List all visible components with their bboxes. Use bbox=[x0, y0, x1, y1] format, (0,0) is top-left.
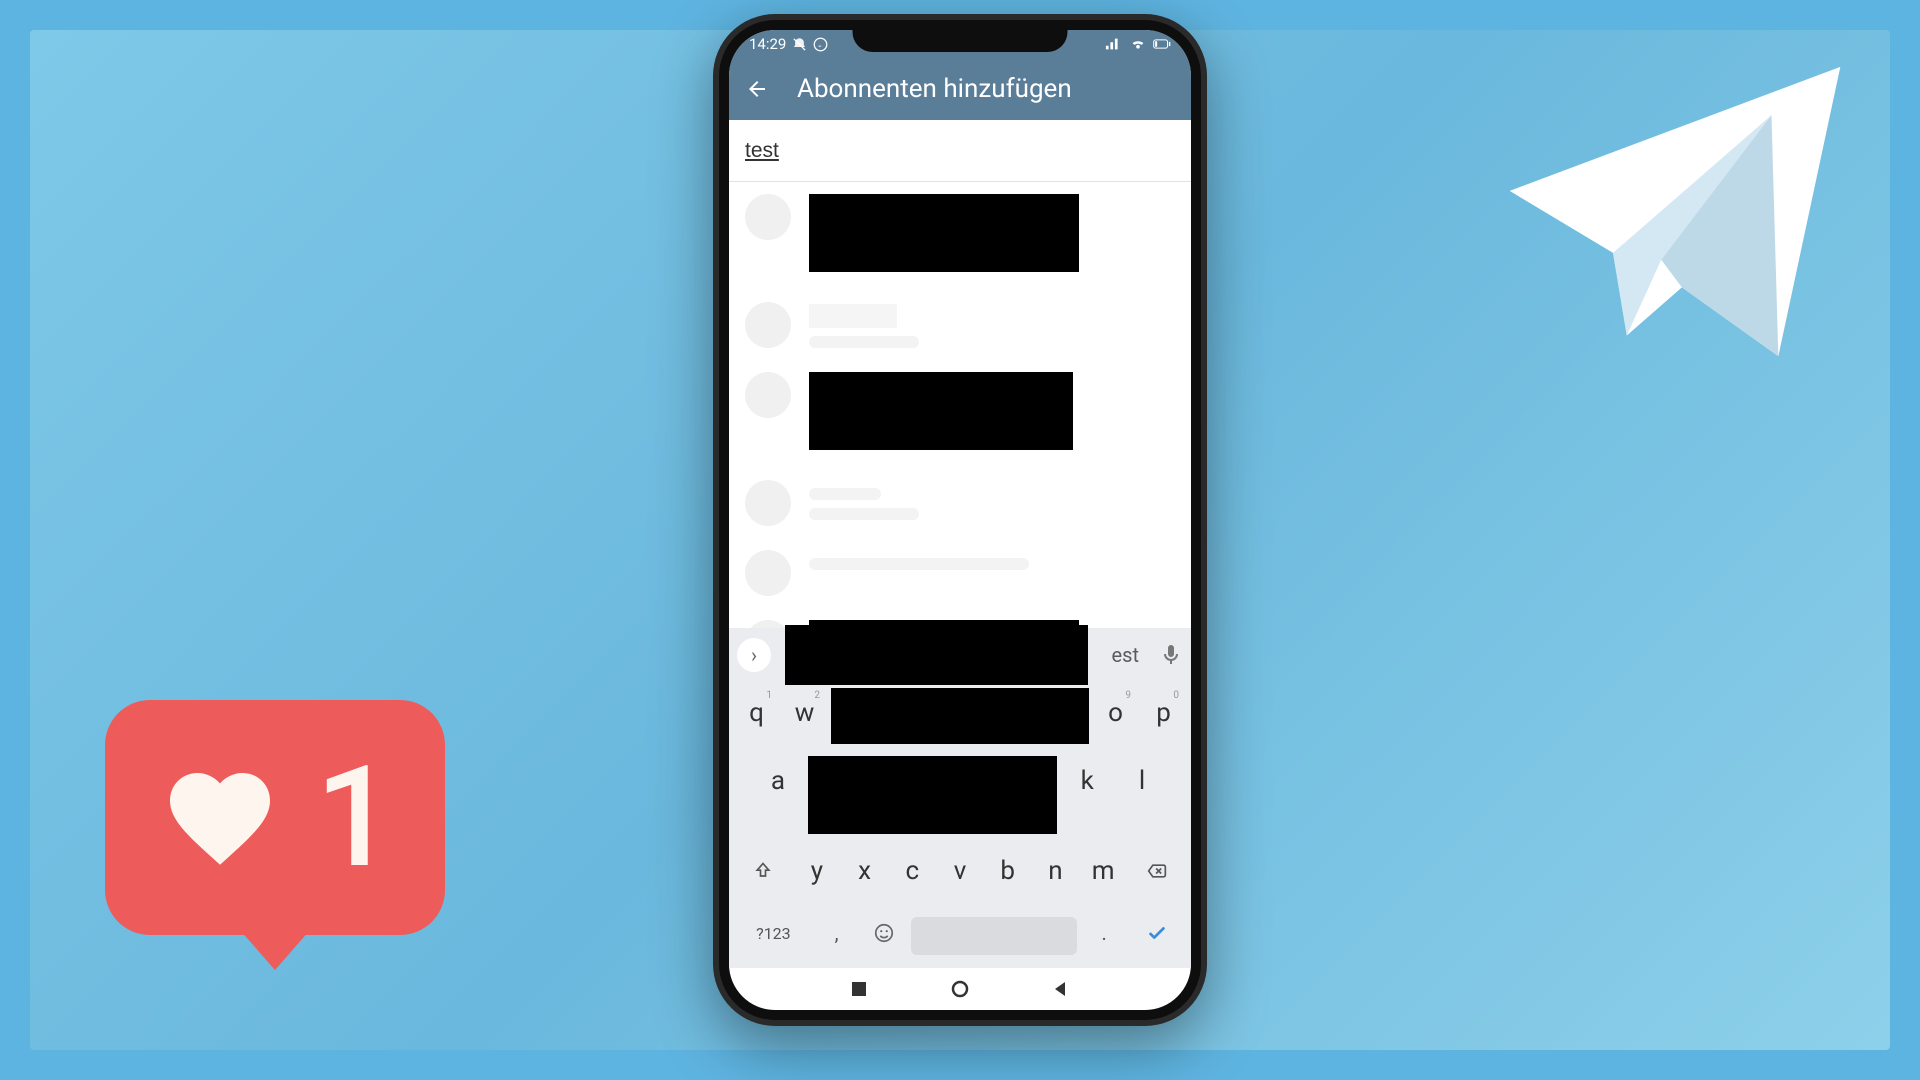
placeholder-line bbox=[809, 558, 1029, 570]
alarm-off-icon bbox=[792, 37, 807, 52]
key-x[interactable]: x bbox=[843, 846, 886, 896]
like-count: 1 bbox=[315, 736, 395, 900]
key-l[interactable]: l bbox=[1117, 756, 1167, 806]
microphone-icon[interactable] bbox=[1159, 643, 1183, 667]
suggestion-text[interactable]: est bbox=[1102, 643, 1149, 667]
search-input[interactable] bbox=[745, 139, 1175, 163]
key-b[interactable]: b bbox=[986, 846, 1029, 896]
comma-key[interactable]: , bbox=[816, 908, 858, 958]
key-a[interactable]: a bbox=[753, 756, 803, 806]
keyboard-row-2: a k l bbox=[729, 750, 1191, 840]
emoji-key[interactable] bbox=[863, 908, 905, 958]
avatar bbox=[745, 550, 791, 596]
heart-icon bbox=[155, 758, 285, 878]
avatar bbox=[745, 480, 791, 526]
redacted-block bbox=[809, 194, 1079, 272]
whatsapp-icon bbox=[813, 37, 828, 52]
contact-list[interactable] bbox=[729, 182, 1191, 628]
avatar bbox=[745, 302, 791, 348]
key-q[interactable]: 1q bbox=[735, 688, 778, 738]
emoji-icon bbox=[873, 922, 895, 944]
avatar bbox=[745, 372, 791, 418]
phone-notch bbox=[853, 20, 1068, 52]
key-k[interactable]: k bbox=[1062, 756, 1112, 806]
telegram-plane-icon bbox=[1490, 60, 1860, 370]
app-header: Abonnenten hinzufügen bbox=[729, 58, 1191, 120]
key-o[interactable]: 9o bbox=[1094, 688, 1137, 738]
space-key[interactable] bbox=[911, 917, 1077, 955]
keyboard-bottom-row: ?123 , . bbox=[729, 902, 1191, 964]
backspace-key[interactable] bbox=[1129, 846, 1185, 896]
contact-item[interactable] bbox=[729, 182, 1191, 290]
contact-item[interactable] bbox=[729, 360, 1191, 468]
home-button[interactable] bbox=[950, 979, 970, 999]
suggestion-row: › est bbox=[729, 628, 1191, 682]
on-screen-keyboard: › est 1q 2w 9o 0p a k l bbox=[729, 628, 1191, 968]
signal-icon bbox=[1105, 37, 1123, 51]
enter-key[interactable] bbox=[1131, 908, 1183, 958]
keyboard-row-3: y x c v b n m bbox=[729, 840, 1191, 902]
page-title: Abonnenten hinzufügen bbox=[797, 74, 1072, 104]
back-button[interactable] bbox=[1051, 979, 1071, 999]
key-y[interactable]: y bbox=[796, 846, 839, 896]
key-v[interactable]: v bbox=[939, 846, 982, 896]
shift-key[interactable] bbox=[735, 846, 791, 896]
placeholder-line bbox=[809, 488, 881, 500]
placeholder-line bbox=[809, 508, 919, 520]
phone-device-frame: 14:29 Abonnenten hinzufügen bbox=[713, 14, 1207, 1026]
android-nav-bar bbox=[729, 968, 1191, 1010]
battery-icon bbox=[1153, 37, 1171, 51]
keyboard-expand-button[interactable]: › bbox=[737, 638, 771, 672]
keyboard-row-1: 1q 2w 9o 0p bbox=[729, 682, 1191, 750]
key-c[interactable]: c bbox=[891, 846, 934, 896]
placeholder-line bbox=[809, 336, 919, 348]
period-key[interactable]: . bbox=[1083, 908, 1125, 958]
key-p[interactable]: 0p bbox=[1142, 688, 1185, 738]
status-time: 14:29 bbox=[749, 35, 786, 53]
search-row bbox=[729, 120, 1191, 182]
recent-apps-button[interactable] bbox=[849, 979, 869, 999]
redacted-block bbox=[808, 756, 1057, 834]
numbers-key[interactable]: ?123 bbox=[737, 908, 810, 958]
key-w[interactable]: 2w bbox=[783, 688, 826, 738]
redacted-block bbox=[809, 372, 1073, 450]
like-notification-bubble: 1 bbox=[105, 700, 445, 935]
back-arrow-icon[interactable] bbox=[745, 77, 769, 101]
contact-item[interactable] bbox=[729, 290, 1191, 360]
contact-item[interactable] bbox=[729, 538, 1191, 608]
phone-screen: 14:29 Abonnenten hinzufügen bbox=[729, 30, 1191, 1010]
redacted-block bbox=[831, 688, 1089, 744]
wifi-icon bbox=[1129, 37, 1147, 51]
key-m[interactable]: m bbox=[1082, 846, 1125, 896]
key-n[interactable]: n bbox=[1034, 846, 1077, 896]
contact-item[interactable] bbox=[729, 468, 1191, 538]
avatar bbox=[745, 194, 791, 240]
redacted-block bbox=[809, 304, 897, 328]
redacted-block bbox=[785, 625, 1088, 685]
